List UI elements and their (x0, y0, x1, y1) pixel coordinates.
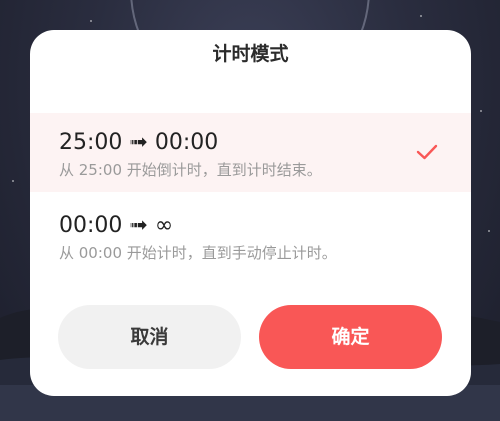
star (420, 15, 422, 17)
dialog-title: 计时模式 (212, 43, 289, 65)
option-count-up-label: 00:00 ➟ ∞ (59, 213, 174, 238)
checkmark-icon (416, 144, 438, 160)
option-countdown-label: 25:00 ➟ 00:00 (59, 130, 219, 155)
confirm-button[interactable]: 确定 (259, 305, 442, 369)
star (12, 180, 14, 182)
timer-mode-dialog: 计时模式 25:00 ➟ 00:00 从 25:00 开始倒计时，直到计时结束。… (30, 30, 471, 396)
star (488, 230, 490, 232)
night-sky-background: 计时模式 25:00 ➟ 00:00 从 25:00 开始倒计时，直到计时结束。… (0, 0, 500, 421)
option-countdown-description: 从 25:00 开始倒计时，直到计时结束。 (59, 161, 322, 179)
cancel-button[interactable]: 取消 (58, 305, 241, 369)
star (90, 20, 92, 22)
option-count-up[interactable]: 00:00 ➟ ∞ 从 00:00 开始计时，直到手动停止计时。 (30, 196, 471, 275)
option-count-up-description: 从 00:00 开始计时，直到手动停止计时。 (59, 244, 337, 262)
option-countdown[interactable]: 25:00 ➟ 00:00 从 25:00 开始倒计时，直到计时结束。 (30, 113, 471, 192)
star (480, 110, 482, 112)
